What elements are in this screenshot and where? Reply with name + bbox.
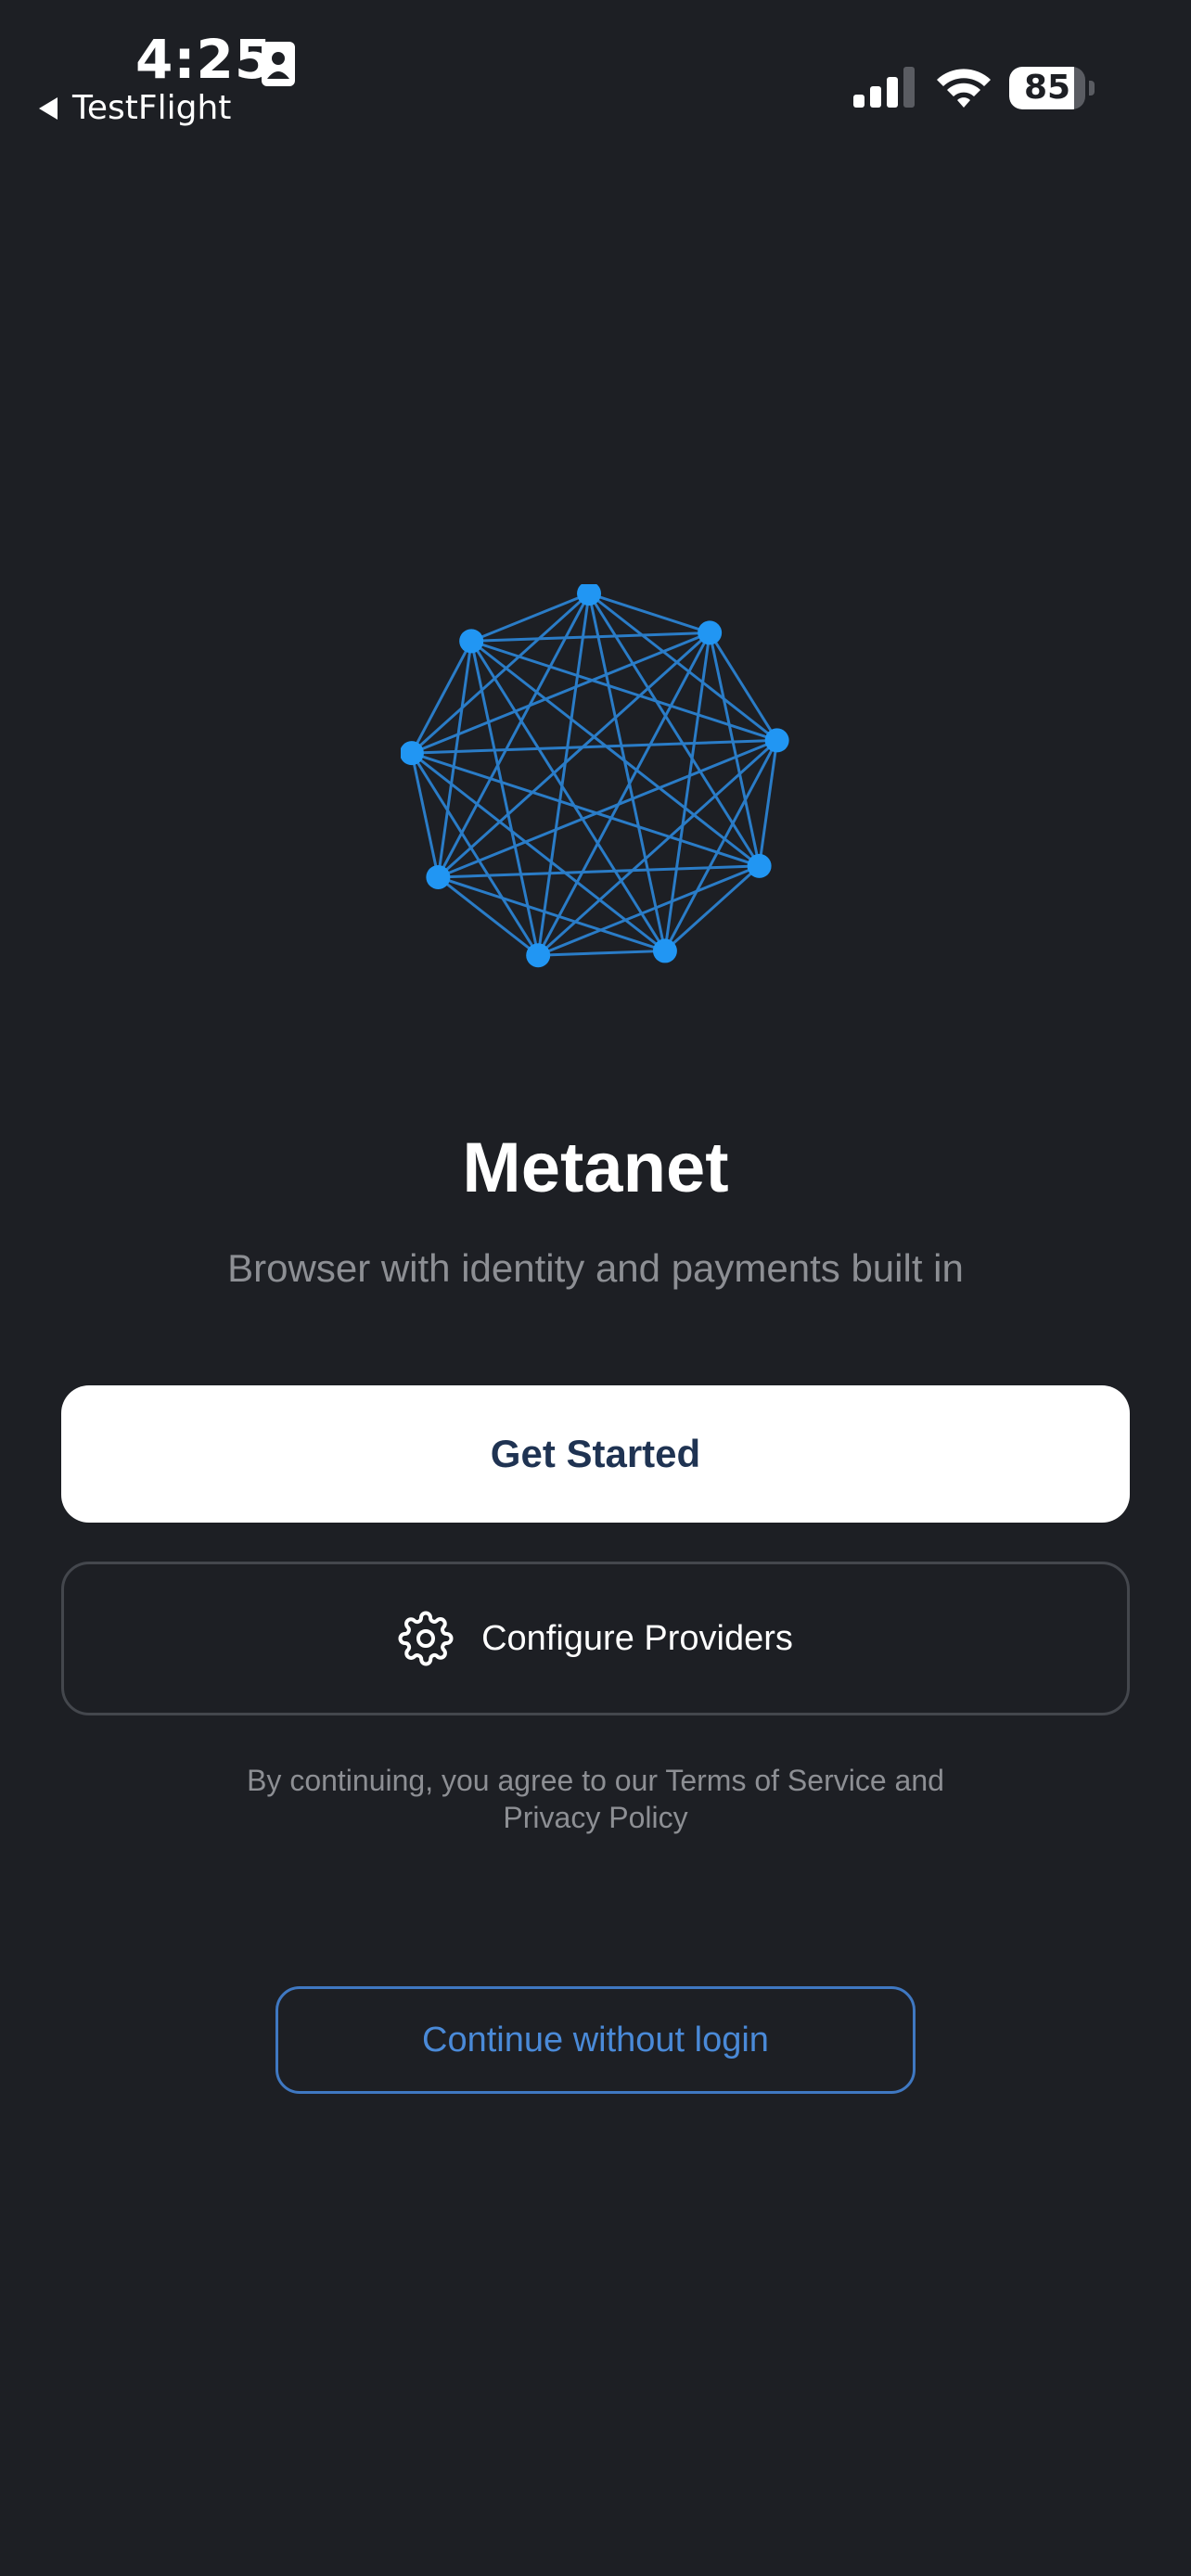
- logo-edge: [470, 592, 590, 643]
- gear-icon: [398, 1611, 454, 1666]
- continue-without-login-label: Continue without login: [422, 2020, 769, 2060]
- logo-node: [652, 938, 677, 963]
- configure-providers-button[interactable]: Configure Providers: [61, 1562, 1130, 1715]
- logo-node: [526, 943, 551, 968]
- battery-body: 85: [1009, 67, 1085, 109]
- logo-edge: [588, 592, 711, 634]
- logo-edge: [537, 739, 778, 957]
- back-app-label: TestFlight: [72, 89, 232, 127]
- app-subtitle: Browser with identity and payments built…: [227, 1246, 964, 1290]
- battery-level: 85: [1023, 69, 1071, 107]
- network-graph-logo: [401, 584, 789, 968]
- logo-edge: [536, 593, 591, 956]
- wifi-icon: [937, 69, 991, 108]
- logo-edge: [538, 949, 665, 957]
- logo-node: [426, 864, 451, 889]
- logo-node: [459, 629, 484, 654]
- legal-line-2: Privacy Policy: [503, 1801, 688, 1834]
- legal-notice: By continuing, you agree to our Terms of…: [167, 1762, 1024, 1836]
- logo-edge: [470, 639, 778, 742]
- logo-edge: [411, 631, 711, 755]
- continue-without-login-button[interactable]: Continue without login: [275, 1986, 916, 2094]
- back-to-app-link[interactable]: TestFlight: [37, 89, 231, 127]
- logo-edge: [410, 752, 540, 957]
- legal-line-1: By continuing, you agree to our Terms of…: [247, 1764, 944, 1797]
- id-card-icon: [262, 42, 295, 86]
- get-started-button[interactable]: Get Started: [61, 1385, 1130, 1523]
- logo-edge: [663, 864, 761, 952]
- logo-edge: [663, 739, 778, 952]
- configure-providers-label: Configure Providers: [481, 1618, 793, 1658]
- logo-edge: [437, 631, 711, 879]
- logo-edge: [588, 592, 778, 742]
- logo-edge: [471, 631, 711, 643]
- status-bar: 4:25 TestFlight 85: [0, 0, 1191, 148]
- battery-cap: [1089, 81, 1095, 96]
- logo-edge: [411, 751, 666, 952]
- logo-edge: [410, 593, 591, 755]
- logo-node: [401, 741, 424, 766]
- logo-node: [698, 620, 723, 645]
- logo-edge: [587, 593, 667, 951]
- app-title: Metanet: [462, 1129, 729, 1207]
- logo-edge: [536, 631, 711, 956]
- get-started-label: Get Started: [490, 1432, 701, 1475]
- logo-edge: [663, 632, 711, 951]
- battery-icon: 85: [1009, 67, 1095, 109]
- back-triangle-icon: [39, 96, 58, 120]
- logo-node: [764, 728, 789, 753]
- cellular-signal-icon: [853, 67, 915, 108]
- logo-node: [747, 853, 772, 878]
- logo-edge: [411, 738, 777, 755]
- status-time: 4:25: [135, 28, 274, 91]
- logo-edge: [437, 875, 666, 952]
